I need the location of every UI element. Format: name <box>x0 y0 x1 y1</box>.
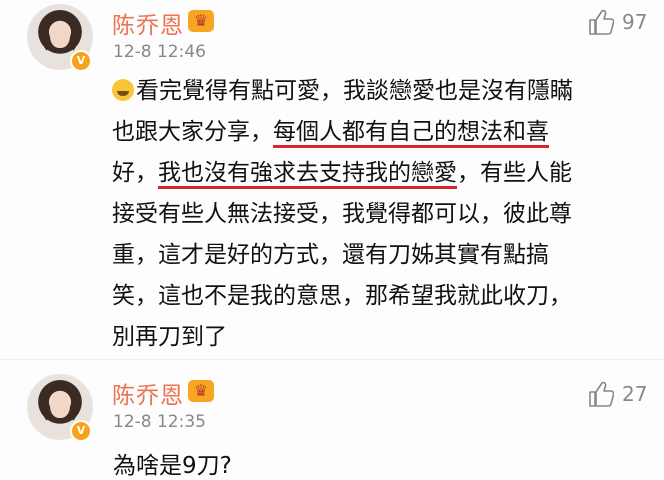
like-count: 27 <box>622 382 648 406</box>
laughing-tears-emoji-icon <box>112 79 134 101</box>
comment-item: V 陈乔恩 ♛ 12-8 12:35 27 <box>0 360 664 480</box>
comment-text: 看完覺得有點可愛，我談戀愛也是沒有隱瞞 也跟大家分享，每個人都有自己的想法和喜 … <box>112 71 612 358</box>
comment-line: 好，我也沒有強求去支持我的戀愛，有些人能 <box>112 153 612 194</box>
crown-icon: ♛ <box>188 380 214 402</box>
username[interactable]: 陈乔恩 <box>112 6 184 40</box>
thumbs-up-icon <box>589 381 614 407</box>
avatar-face <box>50 22 70 48</box>
avatar-face <box>50 392 70 418</box>
comment-line: 接受有些人無法接受，我覺得都可以，彼此尊 <box>112 201 572 227</box>
timestamp: 12-8 12:46 <box>113 42 206 62</box>
like-button[interactable]: 27 <box>588 380 652 408</box>
comment-line: 笑，這也不是我的意思，那希望我就此收刀， <box>112 283 572 309</box>
verified-badge-icon: V <box>70 50 92 72</box>
underlined-text: 每個人都有自己的想法和喜 <box>273 119 549 148</box>
like-count: 97 <box>622 10 648 34</box>
comment-line: 也跟大家分享，每個人都有自己的想法和喜 <box>112 112 612 153</box>
comment-line: 別再刀到了 <box>112 324 227 350</box>
comment-line: 重，這才是好的方式，還有刀姊其實有點搞 <box>112 242 549 268</box>
timestamp: 12-8 12:35 <box>113 412 206 432</box>
thumbs-up-icon <box>589 9 614 35</box>
crown-icon: ♛ <box>188 10 214 32</box>
underlined-text: 我也沒有強求去支持我的戀愛 <box>158 160 457 189</box>
username[interactable]: 陈乔恩 <box>112 376 184 410</box>
comment-item: V 陈乔恩 ♛ 12-8 12:46 97 看完覺得有點可愛，我談戀愛也是沒有隱… <box>0 0 664 360</box>
comment-line: 看完覺得有點可愛，我談戀愛也是沒有隱瞞 <box>112 71 612 112</box>
like-button[interactable]: 97 <box>588 8 652 36</box>
weibo-comments-page: V 陈乔恩 ♛ 12-8 12:46 97 看完覺得有點可愛，我談戀愛也是沒有隱… <box>0 0 664 480</box>
verified-badge-icon: V <box>70 420 92 442</box>
comment-text: 為啥是9刀? <box>113 453 232 479</box>
